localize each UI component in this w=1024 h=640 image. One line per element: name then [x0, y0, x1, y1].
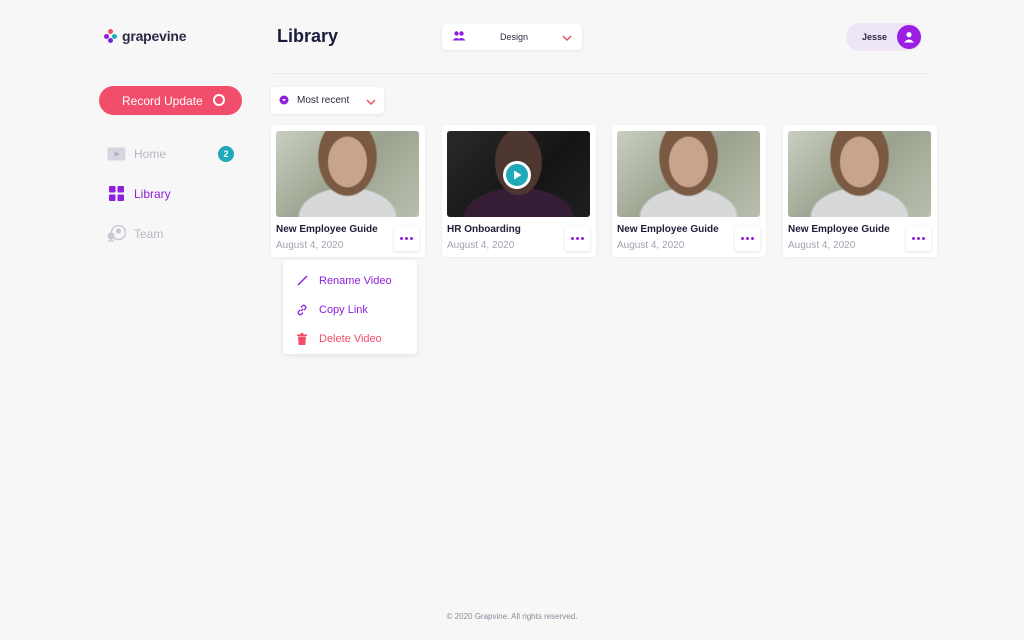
sidebar-item-label: Library	[134, 186, 171, 201]
header-divider	[270, 73, 928, 74]
app-logo[interactable]: grapevine	[104, 28, 187, 44]
more-options-button[interactable]	[394, 226, 419, 251]
record-update-button[interactable]: Record Update	[99, 86, 242, 115]
menu-item-label: Copy Link	[319, 303, 368, 316]
play-icon	[107, 144, 126, 163]
sidebar-item-label: Team	[134, 226, 164, 241]
more-options-button[interactable]	[906, 226, 931, 251]
more-options-button[interactable]	[565, 226, 590, 251]
sort-select[interactable]: Most recent	[271, 87, 384, 114]
more-options-button[interactable]	[735, 226, 760, 251]
chevron-down-icon	[366, 92, 376, 110]
delete-video-menu-item[interactable]: Delete Video	[283, 324, 417, 353]
video-card[interactable]: New Employee Guide August 4, 2020	[612, 125, 766, 257]
video-card[interactable]: New Employee Guide August 4, 2020	[783, 125, 937, 257]
rename-video-menu-item[interactable]: Rename Video	[283, 266, 417, 295]
page-title: Library	[277, 26, 339, 46]
copy-link-menu-item[interactable]: Copy Link	[283, 295, 417, 324]
grid-icon	[107, 184, 126, 203]
video-card[interactable]: HR Onboarding August 4, 2020	[442, 125, 596, 257]
video-thumbnail[interactable]	[447, 131, 590, 217]
trash-icon	[296, 332, 308, 345]
chevron-down-icon	[562, 28, 572, 46]
team-select[interactable]: Design	[442, 24, 582, 50]
play-icon	[513, 170, 521, 180]
more-dots-icon	[400, 237, 403, 240]
sort-select-value: Most recent	[297, 95, 350, 106]
link-icon	[296, 304, 308, 316]
more-dots-icon	[571, 237, 574, 240]
menu-item-label: Delete Video	[319, 332, 382, 345]
video-card[interactable]: New Employee Guide August 4, 2020	[271, 125, 425, 257]
video-context-menu: Rename Video Copy Link Delete Video	[283, 260, 417, 354]
user-name: Jesse	[862, 32, 888, 42]
sidebar-item-team[interactable]: Team	[107, 224, 163, 243]
pencil-icon	[296, 275, 308, 287]
notification-badge: 2	[218, 146, 234, 162]
sidebar-item-home[interactable]: Home 2	[107, 144, 234, 163]
team-select-value: Design	[499, 32, 528, 42]
more-dots-icon	[912, 237, 915, 240]
video-date: August 4, 2020	[447, 240, 515, 251]
video-title: New Employee Guide	[788, 224, 890, 235]
user-menu[interactable]: Jesse	[846, 23, 922, 51]
video-date: August 4, 2020	[617, 240, 685, 251]
video-title: New Employee Guide	[276, 224, 378, 235]
play-button[interactable]	[503, 161, 531, 189]
team-icon	[107, 224, 126, 243]
video-date: August 4, 2020	[276, 240, 344, 251]
video-date: August 4, 2020	[788, 240, 856, 251]
sidebar-item-label: Home	[134, 146, 167, 161]
menu-item-label: Rename Video	[319, 274, 392, 287]
app-name: grapevine	[122, 28, 187, 44]
footer-copyright: © 2020 Grapvine. All rights reserved.	[446, 612, 578, 621]
video-thumbnail[interactable]	[276, 131, 419, 217]
record-update-label: Record Update	[122, 93, 203, 108]
user-icon	[897, 25, 921, 49]
sidebar-item-library[interactable]: Library	[107, 184, 171, 203]
video-thumbnail[interactable]	[788, 131, 931, 217]
video-thumbnail[interactable]	[617, 131, 760, 217]
sort-icon	[279, 92, 289, 110]
video-title: HR Onboarding	[447, 224, 521, 235]
record-icon	[213, 94, 225, 106]
more-dots-icon	[741, 237, 744, 240]
grapevine-logo-icon	[104, 29, 118, 43]
video-title: New Employee Guide	[617, 224, 719, 235]
users-icon	[452, 28, 466, 46]
